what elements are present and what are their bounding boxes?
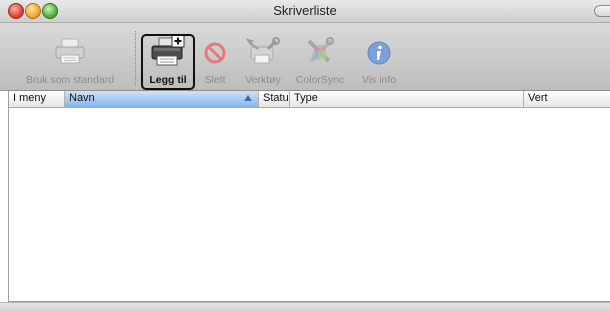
table-body[interactable]: [9, 108, 610, 300]
delete-icon: [203, 41, 227, 70]
column-header-name[interactable]: Navn: [65, 91, 259, 107]
table-header: I meny Navn Statu Type Vert: [9, 91, 610, 108]
printer-utility-icon: [245, 37, 280, 72]
colorsync-label: ColorSync: [295, 74, 345, 86]
printer-table[interactable]: I meny Navn Statu Type Vert: [8, 91, 610, 302]
make-default-label: Bruk som standard: [25, 74, 115, 86]
colorsync-icon: [303, 37, 337, 72]
column-header-status[interactable]: Statu: [259, 91, 290, 107]
column-header-name-label: Navn: [69, 92, 95, 104]
printer-default-icon: [53, 37, 87, 72]
add-printer-highlight: [141, 34, 195, 90]
show-info-label: Vis info: [361, 74, 397, 86]
toolbar-separator: [135, 31, 137, 86]
column-header-in-menu[interactable]: I meny: [9, 91, 65, 107]
title-bar[interactable]: Skriverliste: [0, 0, 610, 23]
sort-ascending-icon: [244, 95, 252, 101]
show-info-button[interactable]: Vis info: [355, 23, 403, 90]
make-default-button[interactable]: Bruk som standard: [12, 23, 128, 90]
toolbar-toggle-button[interactable]: [594, 5, 610, 17]
column-header-type[interactable]: Type: [290, 91, 524, 107]
window-title: Skriverliste: [273, 3, 337, 18]
colorsync-button[interactable]: ColorSync: [289, 23, 351, 90]
delete-printer-label: Slett: [204, 74, 226, 86]
printer-utility-button[interactable]: Verktøy: [238, 23, 288, 90]
column-header-host[interactable]: Vert: [524, 91, 610, 107]
info-icon: [366, 40, 392, 71]
delete-printer-button[interactable]: Slett: [198, 23, 232, 90]
printer-list-window: Skriverliste Bruk som standard Legg til …: [0, 0, 610, 312]
toolbar: Bruk som standard Legg til Slett Verktøy…: [0, 23, 610, 91]
printer-utility-label: Verktøy: [245, 74, 281, 86]
